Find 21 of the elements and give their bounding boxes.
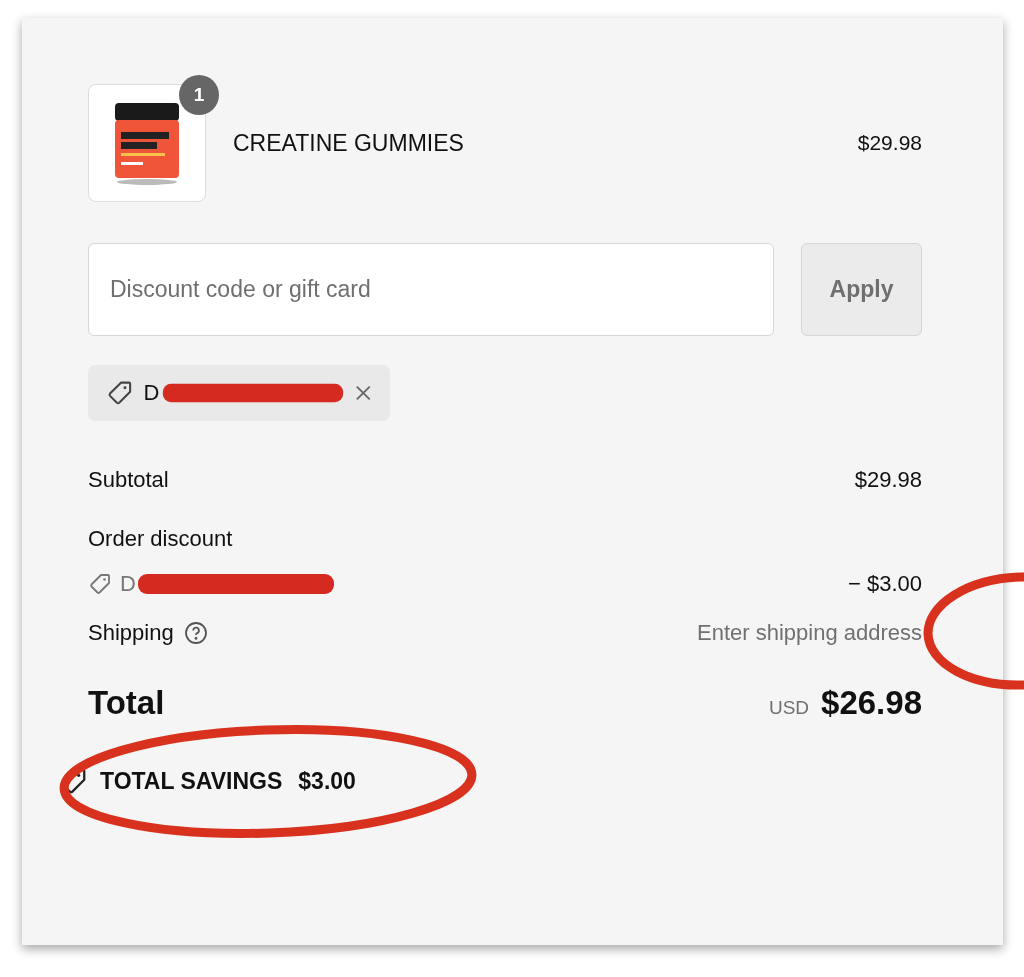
close-icon[interactable] (355, 384, 372, 402)
product-name: CREATINE GUMMIES (233, 129, 465, 157)
total-value: $26.98 (821, 684, 922, 722)
apply-button[interactable]: Apply (801, 243, 922, 336)
discount-label: Order discount (88, 526, 233, 552)
discount-code: D (143, 380, 160, 406)
discount-code-field[interactable]: Discount code or gift card (88, 243, 774, 336)
savings-label: TOTAL SAVINGS (100, 767, 283, 795)
subtotal-label: Subtotal (88, 467, 169, 493)
currency-code: USD (768, 697, 810, 719)
quantity-badge: 1 (179, 75, 219, 115)
total-label: Total (88, 684, 165, 722)
subtotal-value: $29.98 (854, 467, 922, 493)
discount-amount: − $3.00 (848, 571, 922, 596)
savings-amount: $3.00 (298, 767, 356, 795)
help-icon[interactable] (183, 621, 208, 645)
shipping-value: Enter shipping address (696, 620, 922, 646)
product-price: $29.98 (857, 131, 922, 155)
tag-icon (88, 572, 112, 596)
discount-code: D (120, 571, 136, 597)
shipping-label: Shipping (88, 620, 174, 646)
